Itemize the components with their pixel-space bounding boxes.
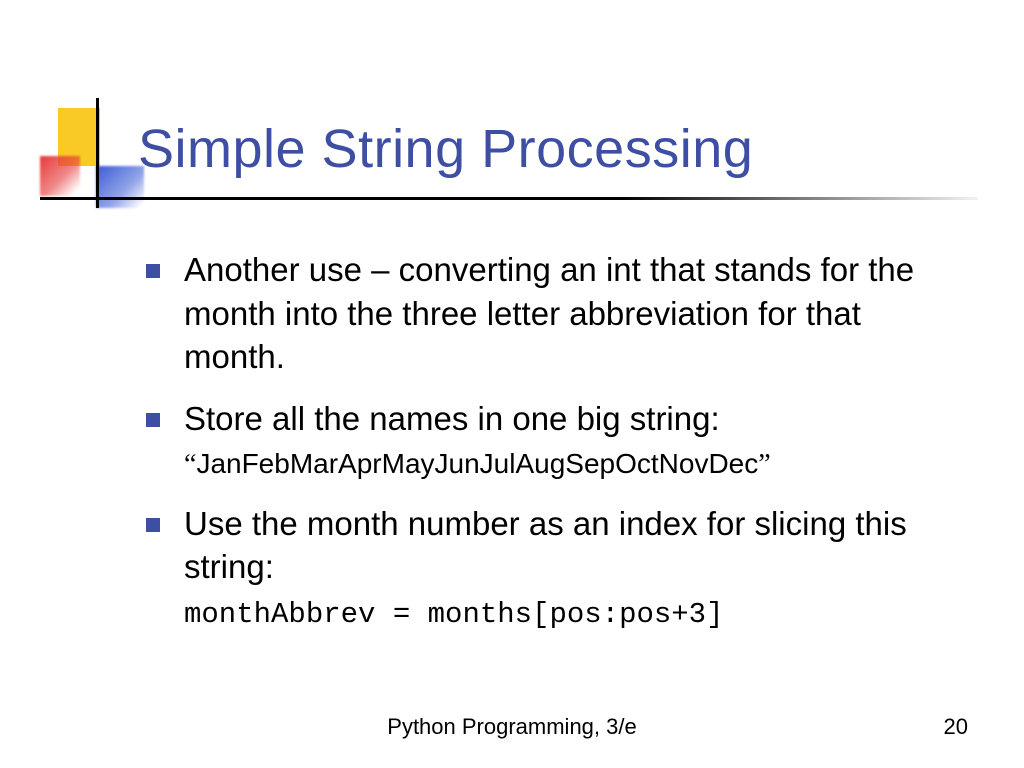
bullet-list: Another use – converting an int that sta… — [140, 248, 964, 634]
header-decoration — [40, 108, 120, 218]
slide-title: Simple String Processing — [138, 118, 753, 180]
red-gradient — [40, 156, 80, 196]
bullet-text: Another use – converting an int that sta… — [184, 251, 914, 375]
bullet-item: Use the month number as an index for sli… — [140, 502, 964, 634]
content-area: Another use – converting an int that sta… — [140, 248, 964, 652]
vertical-line — [96, 98, 99, 208]
bullet-text: Store all the names in one big string: — [184, 400, 720, 437]
page-number: 20 — [944, 714, 968, 740]
bullet-item: Another use – converting an int that sta… — [140, 248, 964, 379]
slide: Simple String Processing Another use – c… — [0, 0, 1024, 768]
footer-text: Python Programming, 3/e — [0, 714, 1024, 740]
horizontal-line — [40, 197, 978, 200]
bullet-text: Use the month number as an index for sli… — [184, 505, 907, 586]
code-text: monthAbbrev = months[pos:pos+3] — [184, 598, 724, 631]
bullet-subtext: “JanFebMarAprMayJunJulAugSepOctNovDec” — [184, 448, 771, 479]
blue-gradient — [96, 166, 144, 208]
bullet-item: Store all the names in one big string: “… — [140, 397, 964, 484]
